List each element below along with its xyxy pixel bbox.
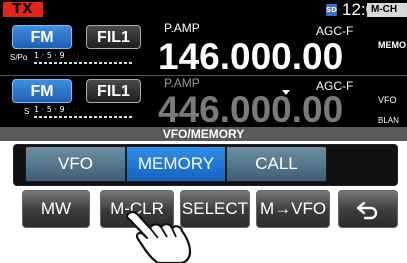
main-memo-label: MEMO xyxy=(378,40,406,50)
sub-meter-label: S xyxy=(24,107,30,116)
main-s-meter: S/Po 1 · 5 · 9 · · · xyxy=(10,52,140,64)
sub-blank-label: BLAN xyxy=(378,116,399,125)
m-to-vfo-button[interactable]: M→VFO xyxy=(256,190,330,228)
memory-segment[interactable]: MEMORY xyxy=(126,146,226,182)
main-meter-tick-5: 5 xyxy=(46,51,52,60)
main-frequency[interactable]: 146.000.00 xyxy=(158,38,343,76)
radio-screen: TX SD 12:00 M-CH FM FIL1 P.AMP AGC-F S/P… xyxy=(0,0,407,235)
sub-mode-button[interactable]: FM xyxy=(12,79,72,103)
sub-preamp-label: P.AMP xyxy=(164,76,200,90)
sub-s-meter: S 1 · 5 · 9 · · · xyxy=(10,106,140,118)
return-arrow-icon xyxy=(356,201,378,219)
band-divider xyxy=(0,75,407,76)
sub-meter-tick-9: 9 xyxy=(59,105,65,114)
back-button[interactable] xyxy=(338,190,398,228)
sub-frequency[interactable]: 446.000.00 xyxy=(158,91,343,129)
main-meter-label: S/Po xyxy=(10,53,28,62)
sub-vfo-label: VFO xyxy=(378,95,397,105)
main-meter-tick-1: 1 xyxy=(34,51,40,60)
sub-filter-button[interactable]: FIL1 xyxy=(86,79,141,103)
pointing-hand-icon xyxy=(125,210,192,263)
main-preamp-label: P.AMP xyxy=(164,21,200,35)
tx-indicator: TX xyxy=(3,2,43,17)
call-segment[interactable]: CALL xyxy=(226,146,327,182)
sd-card-icon: SD xyxy=(326,4,337,16)
main-meter-scale: 1 · 5 · 9 · · · xyxy=(34,51,80,60)
sub-meter-tick-1: 1 xyxy=(34,105,40,114)
main-mode-button[interactable]: FM xyxy=(12,25,72,49)
main-meter-tick-9: 9 xyxy=(59,51,65,60)
mw-button[interactable]: MW xyxy=(22,190,90,228)
mode-badge: M-CH xyxy=(367,3,407,17)
panel-title: VFO/MEMORY xyxy=(0,127,407,141)
vfo-segment[interactable]: VFO xyxy=(25,146,126,182)
main-filter-button[interactable]: FIL1 xyxy=(86,25,141,49)
sub-meter-tick-5: 5 xyxy=(46,105,52,114)
sub-meter-scale: 1 · 5 · 9 · · · xyxy=(34,105,80,114)
